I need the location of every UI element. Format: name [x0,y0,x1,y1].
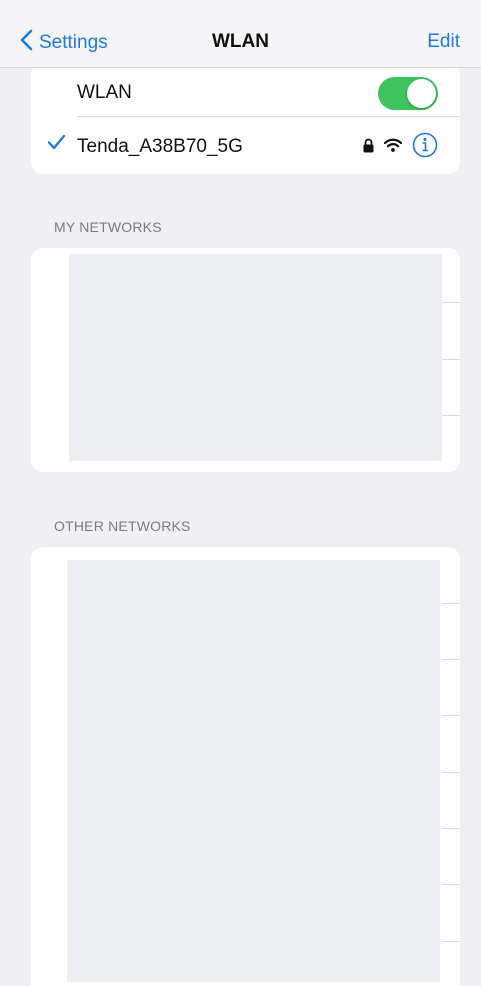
row-divider [77,116,460,117]
info-icon[interactable] [412,132,438,163]
row-divider [442,828,460,829]
wlan-settings-screen: Settings WLAN Edit WLAN Tenda_A38B70_5G [0,0,481,986]
wlan-toggle[interactable] [378,77,438,110]
connected-network-name: Tenda_A38B70_5G [77,136,243,157]
row-divider [442,302,460,303]
row-divider [442,659,460,660]
my-networks-header: MY NETWORKS [54,219,162,235]
other-networks-header: OTHER NETWORKS [54,518,191,534]
other-networks-list [31,547,460,986]
edit-button[interactable]: Edit [427,31,460,53]
wlan-label: WLAN [77,82,132,103]
wifi-icon [383,138,403,157]
wlan-card: WLAN Tenda_A38B70_5G [31,62,460,174]
my-networks-list [31,248,460,472]
row-divider [442,715,460,716]
row-divider [442,603,460,604]
wlan-toggle-row: WLAN [31,62,460,118]
checkmark-icon [47,134,66,155]
row-divider [442,359,460,360]
toggle-knob [407,79,436,108]
navigation-bar: Settings WLAN Edit [0,0,481,68]
network-status-icons [363,132,438,163]
row-divider [442,415,460,416]
redacted-area [69,254,442,461]
redacted-area [67,560,440,982]
row-divider [442,884,460,885]
row-divider [442,772,460,773]
lock-icon [363,138,374,158]
page-title: WLAN [212,31,269,52]
row-divider [442,941,460,942]
